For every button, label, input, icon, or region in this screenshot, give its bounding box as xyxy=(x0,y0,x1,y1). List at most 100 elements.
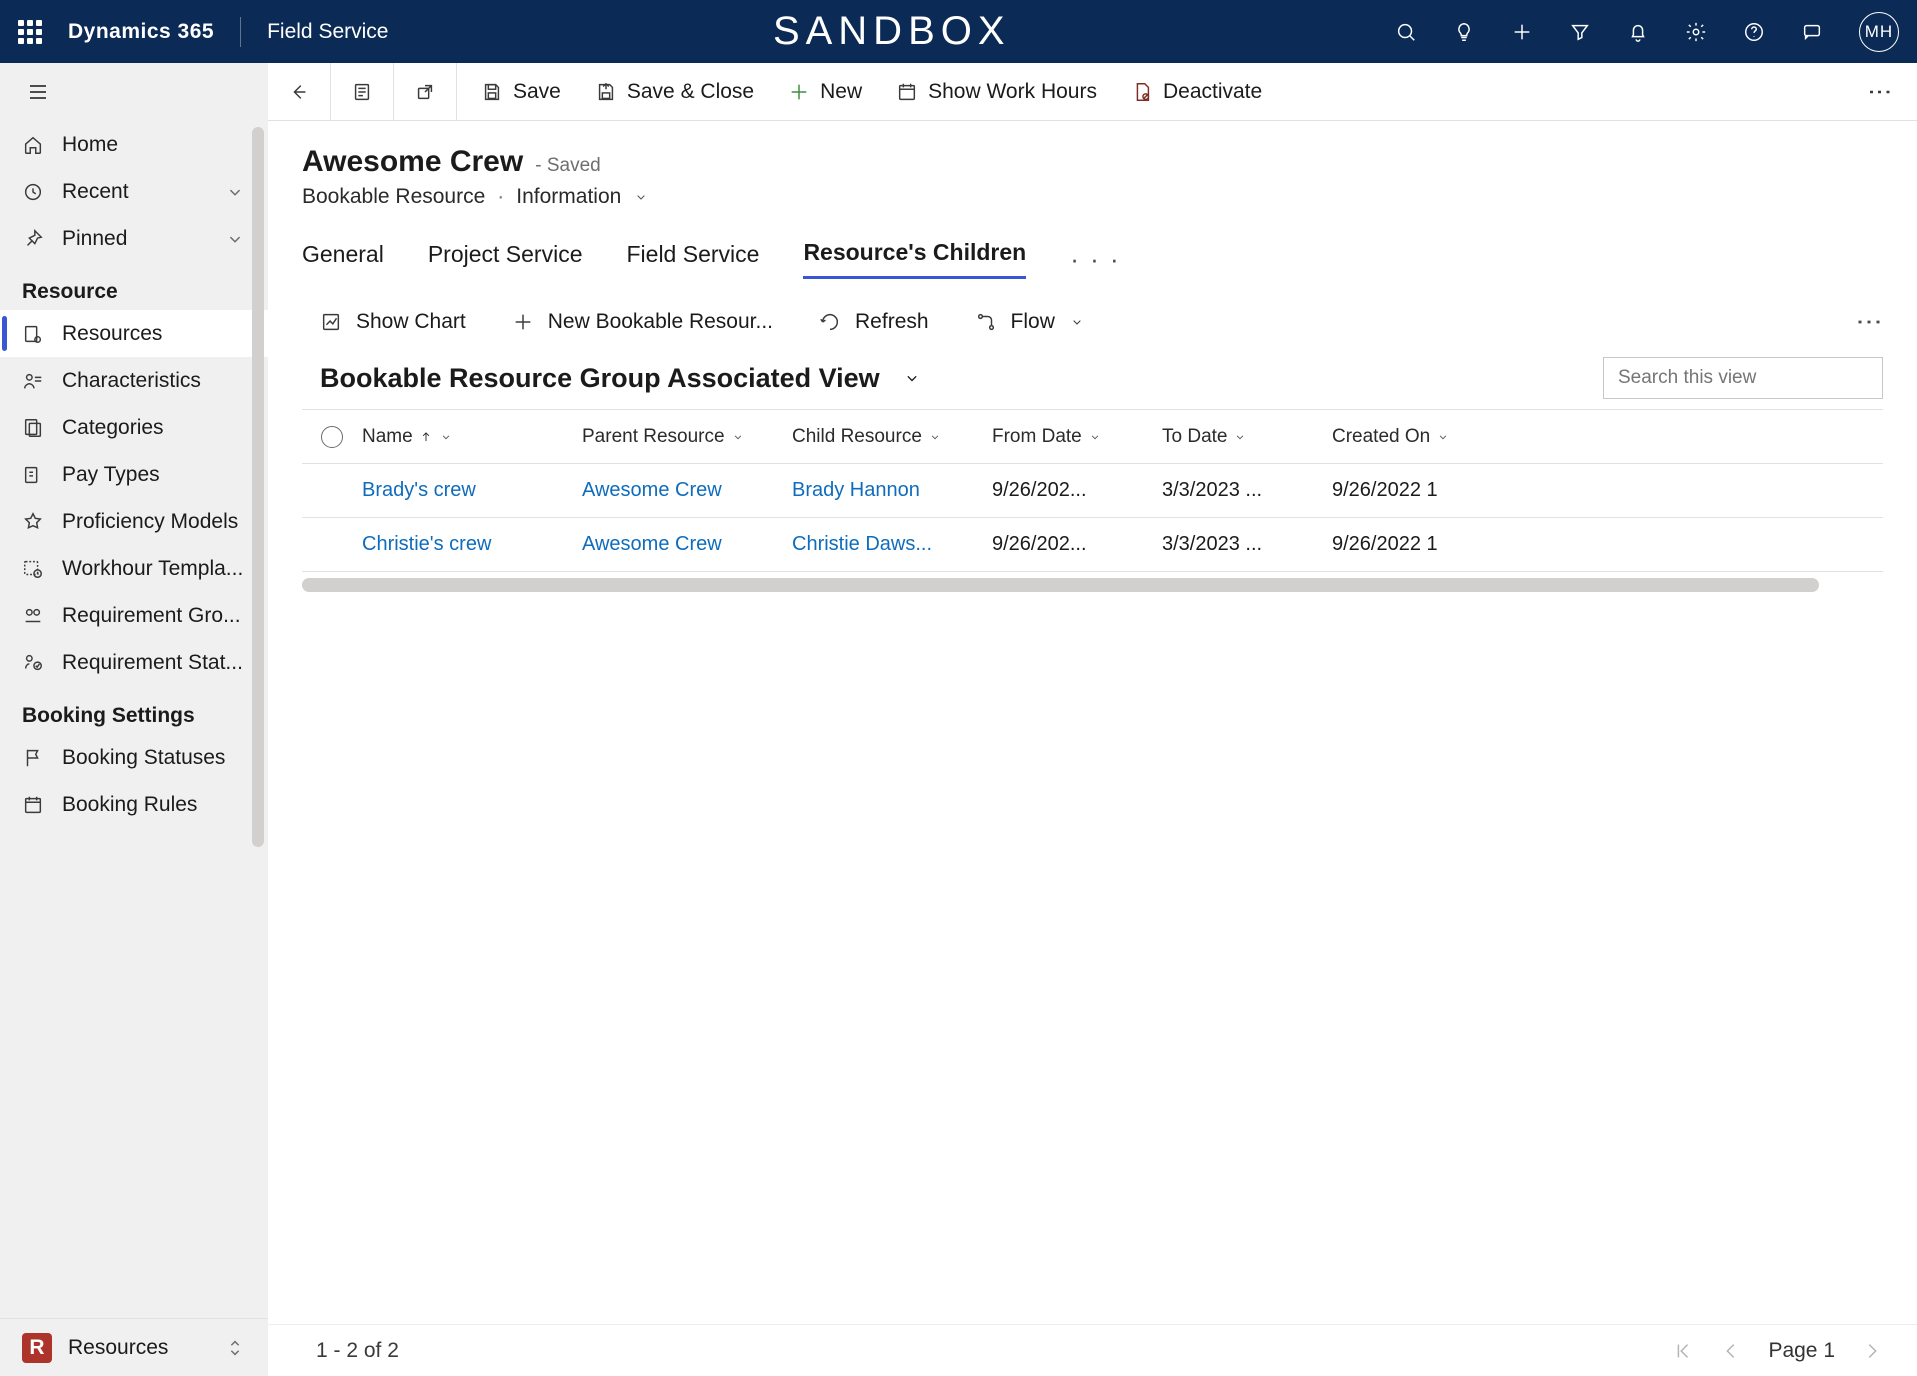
nav-label: Recent xyxy=(62,180,129,204)
subgrid-overflow[interactable]: ⋮ xyxy=(1857,309,1883,335)
app-launcher-icon[interactable] xyxy=(18,20,42,44)
nav-item-proficiency-models[interactable]: Proficiency Models xyxy=(0,498,268,545)
nav-item-booking-statuses[interactable]: Booking Statuses xyxy=(0,734,268,781)
nav-item-requirement-groups[interactable]: Requirement Gro... xyxy=(0,592,268,639)
show-chart-button[interactable]: Show Chart xyxy=(320,310,466,334)
cell-name[interactable]: Brady's crew xyxy=(362,479,582,502)
nav-label: Home xyxy=(62,133,118,157)
flow-icon xyxy=(975,311,997,333)
record-form-label[interactable]: Information xyxy=(516,185,621,209)
nav-item-pay-types[interactable]: Pay Types xyxy=(0,451,268,498)
gear-icon[interactable] xyxy=(1685,21,1707,43)
plus-icon xyxy=(512,311,534,333)
refresh-label: Refresh xyxy=(855,310,929,334)
brand-label[interactable]: Dynamics 365 xyxy=(68,20,214,44)
record-title: Awesome Crew xyxy=(302,145,523,179)
horizontal-scrollbar[interactable] xyxy=(302,578,1819,592)
nav-item-resources[interactable]: Resources xyxy=(0,310,268,357)
search-box[interactable] xyxy=(1603,357,1883,399)
record-entity: Bookable Resource xyxy=(302,185,485,209)
tab-overflow[interactable]: · · · xyxy=(1070,244,1120,275)
deactivate-button[interactable]: Deactivate xyxy=(1131,80,1262,104)
save-button[interactable]: Save xyxy=(481,80,561,104)
chevron-down-icon xyxy=(439,430,453,444)
show-chart-label: Show Chart xyxy=(356,310,466,334)
open-in-new-button[interactable] xyxy=(394,63,457,120)
save-label: Save xyxy=(513,80,561,104)
chevron-down-icon xyxy=(1069,314,1085,330)
column-from-date[interactable]: From Date xyxy=(992,426,1162,448)
site-nav: Home Recent Pinned Resource Resources xyxy=(0,63,268,1376)
view-selector[interactable]: Bookable Resource Group Associated View xyxy=(320,363,922,394)
area-label: Resources xyxy=(68,1336,168,1360)
sort-asc-icon xyxy=(419,430,433,444)
nav-item-recent[interactable]: Recent xyxy=(0,168,268,215)
workhour-icon xyxy=(22,558,44,580)
cell-parent[interactable]: Awesome Crew xyxy=(582,533,792,556)
column-created-on[interactable]: Created On xyxy=(1332,426,1512,448)
prev-page-icon[interactable] xyxy=(1720,1340,1742,1362)
nav-item-booking-rules[interactable]: Booking Rules xyxy=(0,781,268,828)
search-input[interactable] xyxy=(1616,366,1865,390)
refresh-button[interactable]: Refresh xyxy=(819,310,929,334)
search-icon[interactable] xyxy=(1395,21,1417,43)
chevron-down-icon[interactable] xyxy=(633,189,649,205)
grid-row[interactable]: Christie's crew Awesome Crew Christie Da… xyxy=(302,518,1883,572)
nav-item-workhour-templates[interactable]: Workhour Templa... xyxy=(0,545,268,592)
cell-parent[interactable]: Awesome Crew xyxy=(582,479,792,502)
column-child-resource[interactable]: Child Resource xyxy=(792,426,992,448)
record-header: Awesome Crew - Saved Bookable Resource ·… xyxy=(268,121,1917,209)
cell-name[interactable]: Christie's crew xyxy=(362,533,582,556)
nav-label: Categories xyxy=(62,416,164,440)
nav-item-home[interactable]: Home xyxy=(0,121,268,168)
back-button[interactable] xyxy=(268,63,331,120)
help-icon[interactable] xyxy=(1743,21,1765,43)
first-page-icon[interactable] xyxy=(1672,1340,1694,1362)
nav-label: Workhour Templa... xyxy=(62,557,243,581)
plus-icon[interactable] xyxy=(1511,21,1533,43)
flag-icon xyxy=(22,747,44,769)
user-avatar[interactable]: MH xyxy=(1859,12,1899,52)
tab-resources-children[interactable]: Resource's Children xyxy=(803,239,1026,279)
content-pane: Save Save & Close New Show Work Hours De… xyxy=(268,63,1917,1376)
column-parent-resource[interactable]: Parent Resource xyxy=(582,426,792,448)
nav-item-pinned[interactable]: Pinned xyxy=(0,215,268,262)
bell-icon[interactable] xyxy=(1627,21,1649,43)
lightbulb-icon[interactable] xyxy=(1453,21,1475,43)
show-work-hours-button[interactable]: Show Work Hours xyxy=(896,80,1097,104)
select-all[interactable] xyxy=(302,426,362,448)
nav-label: Pinned xyxy=(62,227,127,251)
form-tabs: General Project Service Field Service Re… xyxy=(268,209,1917,279)
flow-button[interactable]: Flow xyxy=(975,310,1085,334)
new-child-label: New Bookable Resour... xyxy=(548,310,773,334)
app-name-label[interactable]: Field Service xyxy=(267,20,388,44)
deactivate-icon xyxy=(1131,81,1153,103)
filter-icon[interactable] xyxy=(1569,21,1591,43)
chat-icon[interactable] xyxy=(1801,21,1823,43)
new-button[interactable]: New xyxy=(788,80,862,104)
grid-row[interactable]: Brady's crew Awesome Crew Brady Hannon 9… xyxy=(302,464,1883,518)
new-child-button[interactable]: New Bookable Resour... xyxy=(512,310,773,334)
area-switcher[interactable]: R Resources xyxy=(0,1318,268,1376)
list-icon xyxy=(351,81,373,103)
page-label: Page 1 xyxy=(1768,1339,1835,1363)
tab-project-service[interactable]: Project Service xyxy=(428,241,583,278)
command-overflow[interactable]: ⋮ xyxy=(1841,63,1917,120)
nav-item-characteristics[interactable]: Characteristics xyxy=(0,357,268,404)
nav-collapse-button[interactable] xyxy=(0,63,268,121)
nav-item-categories[interactable]: Categories xyxy=(0,404,268,451)
open-record-set-button[interactable] xyxy=(331,63,394,120)
cell-child[interactable]: Christie Daws... xyxy=(792,533,992,556)
cell-child[interactable]: Brady Hannon xyxy=(792,479,992,502)
column-name[interactable]: Name xyxy=(362,426,582,448)
plus-icon xyxy=(788,81,810,103)
tab-general[interactable]: General xyxy=(302,241,384,278)
save-close-label: Save & Close xyxy=(627,80,754,104)
column-to-date[interactable]: To Date xyxy=(1162,426,1332,448)
tab-field-service[interactable]: Field Service xyxy=(627,241,760,278)
save-close-button[interactable]: Save & Close xyxy=(595,80,754,104)
clock-icon xyxy=(22,181,44,203)
subgrid: Name Parent Resource Child Resource From… xyxy=(302,409,1883,572)
nav-item-requirement-statuses[interactable]: Requirement Stat... xyxy=(0,639,268,686)
next-page-icon[interactable] xyxy=(1861,1340,1883,1362)
